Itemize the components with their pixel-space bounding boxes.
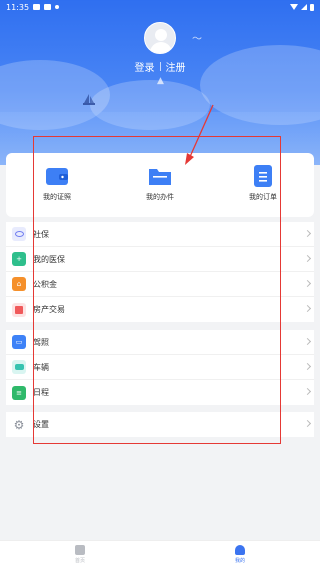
list-item-housing-fund[interactable]: ⌂ 公积金 (6, 272, 314, 297)
quick-actions-card: 我的证照 我的办件 我的订单 (6, 153, 314, 217)
image-notification-icon (33, 4, 41, 10)
quick-action-label: 我的证照 (43, 193, 71, 201)
chevron-right-icon (303, 254, 312, 263)
chevron-right-icon (303, 419, 312, 428)
service-list-group-3: ⚙ 设置 (6, 412, 314, 437)
driver-license-icon: ▭ (12, 335, 26, 349)
service-list-group-2: ▭ 驾照 车辆 ≡ 日程 (6, 330, 314, 405)
home-icon (75, 545, 85, 555)
social-security-icon (12, 227, 26, 241)
quick-action-label: 我的订单 (249, 193, 277, 201)
quick-action-my-cases[interactable]: 我的办件 (130, 165, 190, 202)
housing-fund-icon: ⌂ (12, 277, 26, 291)
pagoda-illustration-icon: ▲ (157, 76, 164, 86)
avatar[interactable] (144, 22, 176, 54)
service-list-group-1: 社保 + 我的医保 ⌂ 公积金 房产交易 (6, 222, 314, 322)
vehicle-icon (12, 360, 26, 374)
list-item-label: 驾照 (33, 337, 49, 347)
folder-icon (149, 169, 171, 185)
chevron-right-icon (303, 229, 312, 238)
list-item-label: 我的医保 (33, 254, 65, 264)
signal-icon (301, 4, 307, 10)
list-item-label: 设置 (33, 420, 49, 429)
list-item-label: 公积金 (33, 279, 57, 289)
register-link[interactable]: 注册 (166, 59, 186, 74)
order-list-icon (254, 165, 272, 187)
avatar-head (155, 29, 167, 41)
list-item-driver-license[interactable]: ▭ 驾照 (6, 330, 314, 355)
chevron-right-icon (303, 304, 312, 313)
dot-notification-icon (55, 5, 60, 9)
chevron-right-icon (303, 279, 312, 288)
calendar-icon: ≡ (12, 385, 26, 400)
medical-insurance-icon: + (12, 252, 26, 266)
tab-label: 首页 (74, 558, 85, 564)
chevron-right-icon (303, 362, 312, 371)
chevron-right-icon (303, 387, 312, 396)
quick-action-my-orders[interactable]: 我的订单 (233, 165, 293, 202)
login-link[interactable]: 登录 (135, 59, 155, 74)
list-item-property-trade[interactable]: 房产交易 (6, 297, 314, 322)
list-item-label: 车辆 (33, 362, 49, 372)
avatar-shoulders (150, 42, 172, 53)
property-icon (12, 302, 26, 317)
login-register-row: 登录 注册 (0, 59, 320, 74)
list-item-medical-insurance[interactable]: + 我的医保 (6, 247, 314, 272)
list-item-label: 社保 (33, 229, 49, 239)
list-item-settings[interactable]: ⚙ 设置 (6, 412, 314, 437)
boat-illustration-icon (83, 94, 95, 105)
list-item-social-security[interactable]: 社保 (6, 222, 314, 247)
wifi-icon (290, 4, 298, 10)
status-time: 11:35 (6, 2, 30, 12)
list-item-vehicle[interactable]: 车辆 (6, 355, 314, 380)
list-item-schedule[interactable]: ≡ 日程 (6, 380, 314, 405)
list-item-label: 日程 (33, 388, 49, 397)
tab-home[interactable]: 首页 (0, 541, 160, 568)
divider (159, 62, 161, 71)
chevron-right-icon (303, 337, 312, 346)
bird-illustration-icon: 〜 (192, 34, 202, 45)
gear-icon: ⚙ (13, 417, 25, 432)
tab-label: 我的 (234, 558, 245, 564)
list-item-label: 房产交易 (33, 305, 65, 314)
status-bar: 11:35 (0, 0, 320, 14)
tab-mine[interactable]: 我的 (160, 541, 320, 568)
quick-action-label: 我的办件 (146, 193, 174, 201)
bottom-tab-bar: 首页 我的 (0, 540, 320, 568)
battery-icon (310, 3, 314, 11)
profile-icon (235, 545, 245, 555)
quick-action-my-licenses[interactable]: 我的证照 (27, 165, 87, 202)
app-notification-icon (44, 4, 52, 10)
wallet-icon (46, 168, 68, 185)
